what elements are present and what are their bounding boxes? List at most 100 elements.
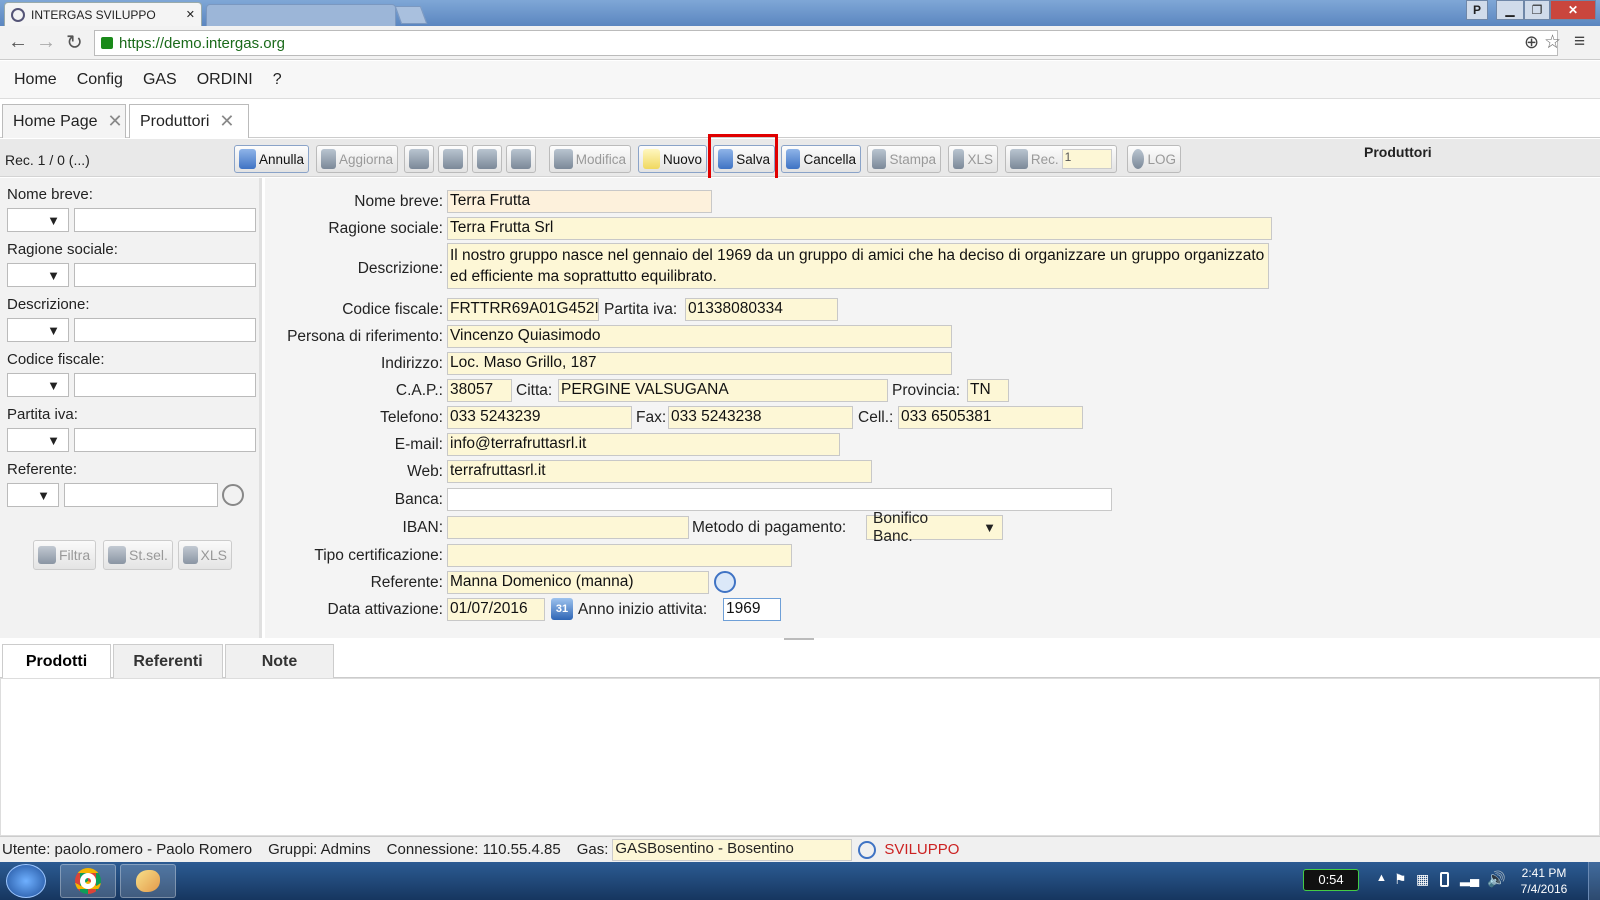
- search-icon[interactable]: [222, 484, 244, 506]
- start-button[interactable]: [6, 864, 46, 898]
- tab-produttori[interactable]: Produttori ✕: [129, 104, 249, 138]
- menu-item-config[interactable]: Config: [77, 71, 123, 89]
- windows-icon[interactable]: ▦: [1416, 871, 1429, 888]
- data-attivazione-field[interactable]: 01/07/2016: [447, 598, 545, 621]
- browser-tab-active[interactable]: INTERGAS SVILUPPO ✕: [4, 2, 202, 26]
- filter-operator-select[interactable]: ▼: [7, 208, 69, 232]
- anno-inizio-field[interactable]: 1969: [723, 598, 781, 621]
- forward-icon[interactable]: →: [36, 31, 56, 54]
- annulla-button[interactable]: Annulla: [234, 145, 309, 173]
- rec-goto-button[interactable]: Rec. 1: [1005, 145, 1117, 173]
- cancella-button[interactable]: Cancella: [781, 145, 861, 173]
- filter-nome-breve-input[interactable]: [74, 208, 256, 232]
- taskbar-paint-button[interactable]: [120, 864, 176, 898]
- descrizione-textarea[interactable]: Il nostro gruppo nasce nel gennaio del 1…: [447, 243, 1269, 289]
- nome-breve-field[interactable]: Terra Frutta: [447, 190, 712, 213]
- metodo-pagamento-select[interactable]: Bonifico Banc. ▼: [866, 510, 1003, 545]
- filter-operator-select[interactable]: ▼: [7, 263, 69, 287]
- search-icon[interactable]: [858, 840, 877, 859]
- browser-tab-inactive[interactable]: [206, 4, 396, 26]
- bookmark-star-icon[interactable]: ☆: [1544, 31, 1561, 54]
- filter-ragione-sociale-input[interactable]: [74, 263, 256, 287]
- show-hidden-icons-icon[interactable]: ▲: [1376, 872, 1387, 884]
- prev-record-button[interactable]: [438, 145, 468, 173]
- xls-export-button[interactable]: XLS: [948, 145, 998, 173]
- telefono-field[interactable]: 033 5243239: [447, 406, 632, 429]
- clock-time[interactable]: 2:41 PM: [1514, 866, 1574, 880]
- close-tab-icon[interactable]: ✕: [219, 111, 234, 132]
- profile-button[interactable]: P: [1466, 0, 1488, 20]
- referente-field[interactable]: Manna Domenico (manna): [447, 571, 709, 594]
- filter-operator-select[interactable]: ▼: [7, 373, 69, 397]
- menu-item-home[interactable]: Home: [14, 71, 57, 89]
- tab-home-page[interactable]: Home Page ✕: [2, 104, 126, 138]
- email-field[interactable]: info@terrafruttasrl.it: [447, 433, 840, 456]
- back-icon[interactable]: ←: [8, 31, 28, 54]
- section-title: Produttori: [1364, 144, 1432, 160]
- url-bar[interactable]: https://demo.intergas.org: [94, 30, 1558, 56]
- record-info: Rec. 1 / 0 (...): [5, 152, 90, 168]
- iban-field[interactable]: [447, 516, 689, 539]
- gas-select[interactable]: GASBosentino - Bosentino: [612, 838, 853, 861]
- tab-referenti[interactable]: Referenti: [113, 644, 223, 679]
- zoom-icon[interactable]: ⊕: [1524, 32, 1539, 53]
- maximize-window-button[interactable]: ❐: [1524, 0, 1550, 20]
- flag-icon[interactable]: ⚑: [1394, 871, 1407, 888]
- aggiorna-button[interactable]: Aggiorna: [316, 145, 398, 173]
- stampa-button[interactable]: Stampa: [867, 145, 941, 173]
- minimize-window-button[interactable]: ▁: [1496, 0, 1524, 20]
- label-web: Web:: [407, 463, 443, 480]
- filter-xls-button[interactable]: XLS: [178, 540, 232, 570]
- network-signal-icon[interactable]: ▂▄: [1460, 871, 1479, 887]
- menu-item-ordini[interactable]: ORDINI: [197, 71, 253, 89]
- calendar-icon[interactable]: 31: [551, 598, 573, 620]
- web-field[interactable]: terrafruttasrl.it: [447, 460, 872, 483]
- cell-field[interactable]: 033 6505381: [898, 406, 1083, 429]
- partita-iva-field[interactable]: 01338080334: [685, 298, 838, 321]
- filter-operator-select[interactable]: ▼: [7, 428, 69, 452]
- show-desktop-button[interactable]: [1588, 862, 1600, 900]
- ragione-sociale-field[interactable]: Terra Frutta Srl: [447, 217, 1272, 240]
- browser-tab-close-icon[interactable]: ✕: [186, 8, 195, 21]
- battery-indicator[interactable]: 0:54: [1303, 869, 1359, 891]
- clock-date[interactable]: 7/4/2016: [1514, 882, 1574, 896]
- filter-codice-fiscale-input[interactable]: [74, 373, 256, 397]
- stampa-selezione-button[interactable]: St.sel.: [103, 540, 173, 570]
- log-button[interactable]: LOG: [1127, 145, 1181, 173]
- fax-field[interactable]: 033 5243238: [668, 406, 853, 429]
- nuovo-button[interactable]: Nuovo: [638, 145, 707, 173]
- indirizzo-field[interactable]: Loc. Maso Grillo, 187: [447, 352, 952, 375]
- citta-field[interactable]: PERGINE VALSUGANA: [558, 379, 888, 402]
- close-tab-icon[interactable]: ✕: [108, 111, 123, 132]
- provincia-field[interactable]: TN: [967, 379, 1009, 402]
- first-record-button[interactable]: [404, 145, 434, 173]
- tab-note[interactable]: Note: [225, 644, 334, 679]
- cap-field[interactable]: 38057: [447, 379, 512, 402]
- menu-item-gas[interactable]: GAS: [143, 71, 177, 89]
- filter-operator-select[interactable]: ▼: [7, 318, 69, 342]
- next-record-button[interactable]: [472, 145, 502, 173]
- tab-prodotti[interactable]: Prodotti: [2, 644, 111, 679]
- filter-partita-iva-input[interactable]: [74, 428, 256, 452]
- environment-label: SVILUPPO: [884, 841, 960, 858]
- menu-item-help[interactable]: ?: [273, 71, 282, 89]
- search-icon[interactable]: [714, 571, 736, 593]
- first-icon: [409, 149, 429, 169]
- tipo-certificazione-field[interactable]: [447, 544, 792, 567]
- last-record-button[interactable]: [506, 145, 536, 173]
- close-window-button[interactable]: ✕: [1550, 0, 1596, 20]
- taskbar-chrome-button[interactable]: [60, 864, 116, 898]
- volume-icon[interactable]: 🔊: [1487, 870, 1506, 888]
- reload-icon[interactable]: ↻: [66, 30, 83, 55]
- persona-riferimento-field[interactable]: Vincenzo Quiasimodo: [447, 325, 952, 348]
- battery-icon[interactable]: [1440, 872, 1449, 887]
- filter-referente-input[interactable]: [64, 483, 218, 507]
- codice-fiscale-field[interactable]: FRTTRR69A01G452I: [447, 298, 599, 321]
- filtra-button[interactable]: Filtra: [33, 540, 96, 570]
- banca-field[interactable]: [447, 488, 1112, 511]
- browser-menu-icon[interactable]: ≡: [1574, 31, 1585, 53]
- modifica-button[interactable]: Modifica: [549, 145, 631, 173]
- filter-descrizione-input[interactable]: [74, 318, 256, 342]
- rec-number-input[interactable]: 1: [1061, 149, 1112, 169]
- filter-operator-select[interactable]: ▼: [7, 483, 59, 507]
